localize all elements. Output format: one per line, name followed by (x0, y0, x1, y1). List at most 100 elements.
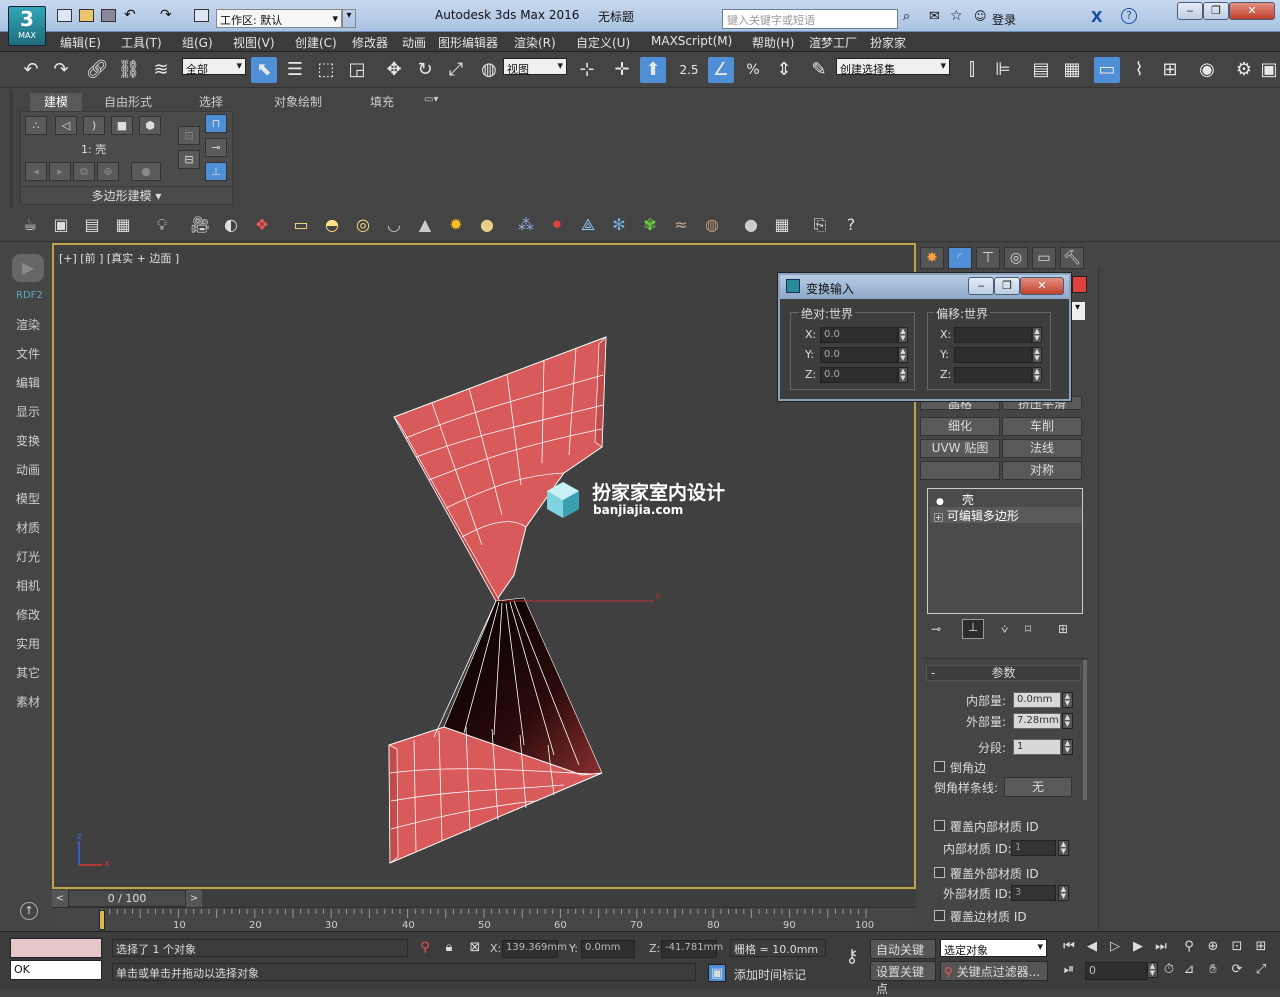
undo-icon[interactable]: ↶ (18, 57, 44, 83)
abs-x-input[interactable]: 0.0 (820, 327, 898, 343)
time-slider-thumb[interactable]: 0 / 100 (68, 890, 186, 907)
new-file-icon[interactable] (57, 9, 72, 22)
leftbar-item[interactable]: 素材 (16, 693, 40, 710)
menu-item[interactable]: 修改器 (352, 34, 388, 51)
leftbar-item[interactable]: 文件 (16, 345, 40, 362)
cone-icon[interactable]: ▲ (413, 213, 437, 237)
group-icon[interactable]: ❖ (250, 213, 274, 237)
zoom-all-icon[interactable]: ⊕ (1204, 938, 1222, 956)
material-sphere-icon[interactable]: ● (739, 213, 763, 237)
leftbar-item[interactable]: 实用 (16, 635, 40, 652)
help-icon[interactable]: ? (1121, 8, 1137, 24)
remove-modifier-icon[interactable]: ⊸ (205, 138, 227, 157)
teapot-icon[interactable]: ☕ (18, 213, 42, 237)
configure-modifier-icon[interactable]: ⊥ (205, 162, 227, 181)
menu-item[interactable]: 视图(V) (233, 34, 275, 51)
lock-icon[interactable]: 🔒︎ (440, 939, 458, 957)
leftbar-item[interactable]: 灯光 (16, 548, 40, 565)
unlink-icon[interactable]: ⛓︎ (116, 57, 142, 83)
menu-item[interactable]: 工具(T) (121, 34, 162, 51)
stack-previous-icon[interactable]: ◂ (25, 162, 47, 181)
select-object-icon[interactable]: ⬉ (251, 57, 277, 83)
outer-mat-id-spinner[interactable]: ▲ ▼ (1058, 885, 1069, 901)
time-prev-button[interactable]: < (52, 890, 68, 907)
add-time-tag-label[interactable]: 添加时间标记 (734, 966, 806, 983)
stack-copy-icon[interactable]: ⧉ (73, 162, 95, 181)
remove-modifier-icon[interactable]: ⌑ (1025, 622, 1031, 636)
save-file-icon[interactable] (101, 9, 116, 22)
goto-end-icon[interactable]: ⏭ (1152, 938, 1170, 956)
override-outer-checkbox[interactable] (934, 867, 945, 878)
polygon-icon[interactable]: ■ (111, 116, 133, 135)
bevel-spline-button[interactable]: 无 (1004, 777, 1072, 797)
inner-mat-id-spinner[interactable]: ▲ ▼ (1058, 840, 1069, 856)
next-frame-icon[interactable]: ▶︎ (1129, 938, 1147, 956)
render-setup-icon[interactable]: ⚙ (1231, 57, 1257, 83)
material-library-icon[interactable]: ▦ (770, 213, 794, 237)
inner-mat-id-input[interactable]: 1 (1011, 840, 1056, 856)
layer-explorer-icon[interactable]: ▤ (1028, 57, 1054, 83)
segments-input[interactable]: 1 (1013, 739, 1061, 755)
proxy-icon[interactable]: ⟁ (576, 213, 600, 237)
edit-named-selection-icon[interactable]: ✎ (806, 57, 832, 83)
mirror-icon[interactable]: ⫿ (959, 57, 985, 83)
object-color-swatch[interactable] (1072, 276, 1087, 293)
login-link[interactable]: 登录 (992, 11, 1016, 28)
modifier-button-normal[interactable]: 法线 (1002, 439, 1082, 458)
link-icon[interactable]: 🔗︎ (84, 57, 110, 83)
tab-populate[interactable]: 填充 (370, 93, 394, 110)
percent-snap-icon[interactable]: % (740, 57, 766, 83)
off-y-spinner[interactable]: ▲ ▼ (1032, 347, 1042, 363)
menu-item[interactable]: 动画 (402, 34, 426, 51)
prev-frame-icon[interactable]: ◀︎ (1083, 938, 1101, 956)
molecule-icon[interactable]: ⚫︎ (545, 213, 569, 237)
ribbon-options-icon[interactable]: ▭▾ (424, 94, 438, 105)
selected-objects-dropdown[interactable]: 选定对象 (940, 939, 1047, 957)
outer-mat-id-input[interactable]: 3 (1011, 885, 1056, 901)
pin-stack-icon[interactable]: ⊓ (205, 114, 227, 133)
table-icon[interactable]: ▦ (111, 213, 135, 237)
abs-y-spinner[interactable]: ▲ ▼ (898, 347, 908, 363)
z-coord-input[interactable]: -41.781mm (661, 940, 723, 958)
keyboard-shortcut-icon[interactable]: ⬆ (640, 57, 666, 83)
pivot-center-icon[interactable]: ⊹ (574, 57, 600, 83)
communication-icon[interactable]: ✉ (929, 9, 940, 24)
parameters-scrollbar[interactable] (1083, 660, 1087, 800)
workspace-select[interactable]: 工作区: 默认 ▾ (216, 9, 342, 28)
isolate-icon[interactable]: ⚲ (416, 939, 434, 957)
track-bar[interactable]: 10 20 30 40 50 60 70 80 90 100 (52, 907, 916, 931)
reference-coordinate-dropdown[interactable]: 视图 (503, 58, 567, 76)
material-editor-icon[interactable]: ◉ (1194, 57, 1220, 83)
move-icon[interactable]: ✥ (381, 57, 407, 83)
segments-spinner[interactable]: ▲ ▼ (1062, 739, 1073, 755)
light-bulb-icon[interactable]: ● (936, 497, 944, 507)
maximize-button[interactable]: ❐ (1203, 2, 1229, 20)
absolute-mode-icon[interactable]: ⊠ (466, 939, 484, 957)
ring-icon[interactable]: ◎ (351, 213, 375, 237)
rotate-icon[interactable]: ↻ (412, 57, 438, 83)
grass-icon[interactable]: ✾ (638, 213, 662, 237)
plane-icon[interactable]: ▭ (289, 213, 313, 237)
dialog-close-button[interactable]: ✕ (1020, 277, 1064, 295)
modifier-button-symmetry[interactable]: 对称 (1002, 461, 1082, 480)
scene-explorer-icon[interactable]: ▦ (1059, 57, 1085, 83)
key-mode-icon[interactable]: ⏯ (1060, 961, 1078, 979)
select-manipulate-icon[interactable]: ✛ (609, 57, 635, 83)
bevel-edges-checkbox[interactable] (934, 761, 945, 772)
create-tab-icon[interactable]: ✸ (920, 247, 944, 269)
close-button[interactable]: ✕ (1229, 2, 1275, 20)
spinner-snap-icon[interactable]: ⇕ (771, 57, 797, 83)
vertex-icon[interactable]: ∴ (25, 116, 47, 135)
leftbar-item[interactable]: 模型 (16, 490, 40, 507)
particles-icon[interactable]: ⁂ (514, 213, 538, 237)
curve-editor-icon[interactable]: ⌇ (1126, 57, 1152, 83)
menu-item[interactable]: 编辑(E) (60, 34, 101, 51)
rect-selection-icon[interactable]: ⬚ (313, 57, 339, 83)
help-icon[interactable]: ? (839, 213, 863, 237)
utilities-tab-icon[interactable]: 🔨︎ (1060, 247, 1084, 269)
zoom-extents-all-icon[interactable]: ⊞ (1252, 938, 1270, 956)
time-next-button[interactable]: > (186, 890, 202, 907)
current-frame-input[interactable]: 0 (1085, 962, 1147, 980)
play-icon[interactable]: ▷ (1106, 938, 1124, 956)
sphere-half-icon[interactable]: ◐ (219, 213, 243, 237)
